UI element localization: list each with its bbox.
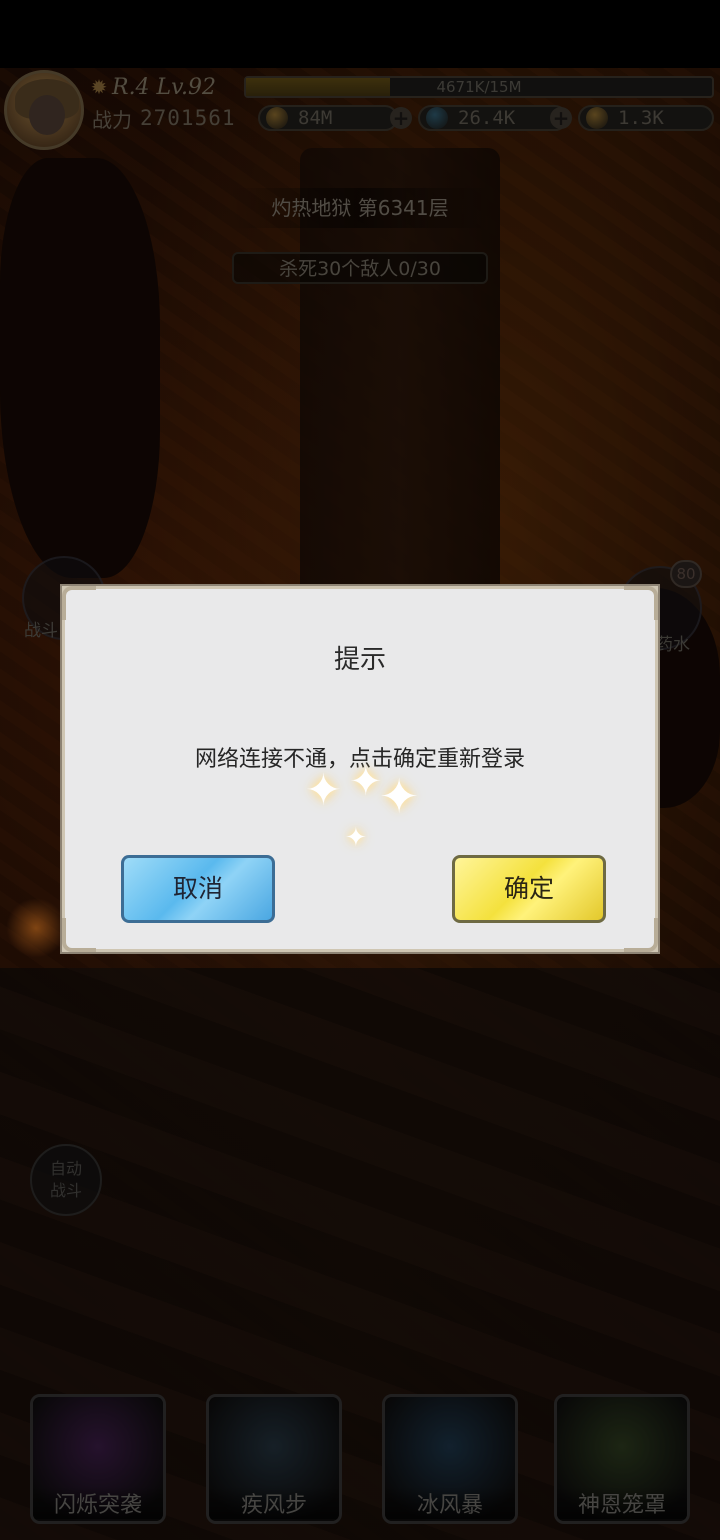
dialog-corner-ornament (624, 918, 658, 952)
network-error-dialog: 提示 网络连接不通，点击确定重新登录 ✦ ✦ ✦ ✦ 取消 确定 (62, 586, 658, 952)
cancel-button[interactable]: 取消 (121, 855, 275, 923)
sparkle-icon: ✦ (305, 765, 342, 816)
dialog-title: 提示 (333, 645, 386, 675)
sparkle-icon: ✦ (345, 823, 367, 853)
dialog-corner-ornament (62, 586, 96, 620)
sparkle-icon: ✦ (349, 759, 383, 805)
dialog-corner-ornament (62, 918, 96, 952)
sparkle-icon: ✦ (379, 769, 420, 825)
confirm-button[interactable]: 确定 (452, 855, 606, 923)
status-bar (0, 0, 720, 68)
dialog-corner-ornament (624, 586, 658, 620)
